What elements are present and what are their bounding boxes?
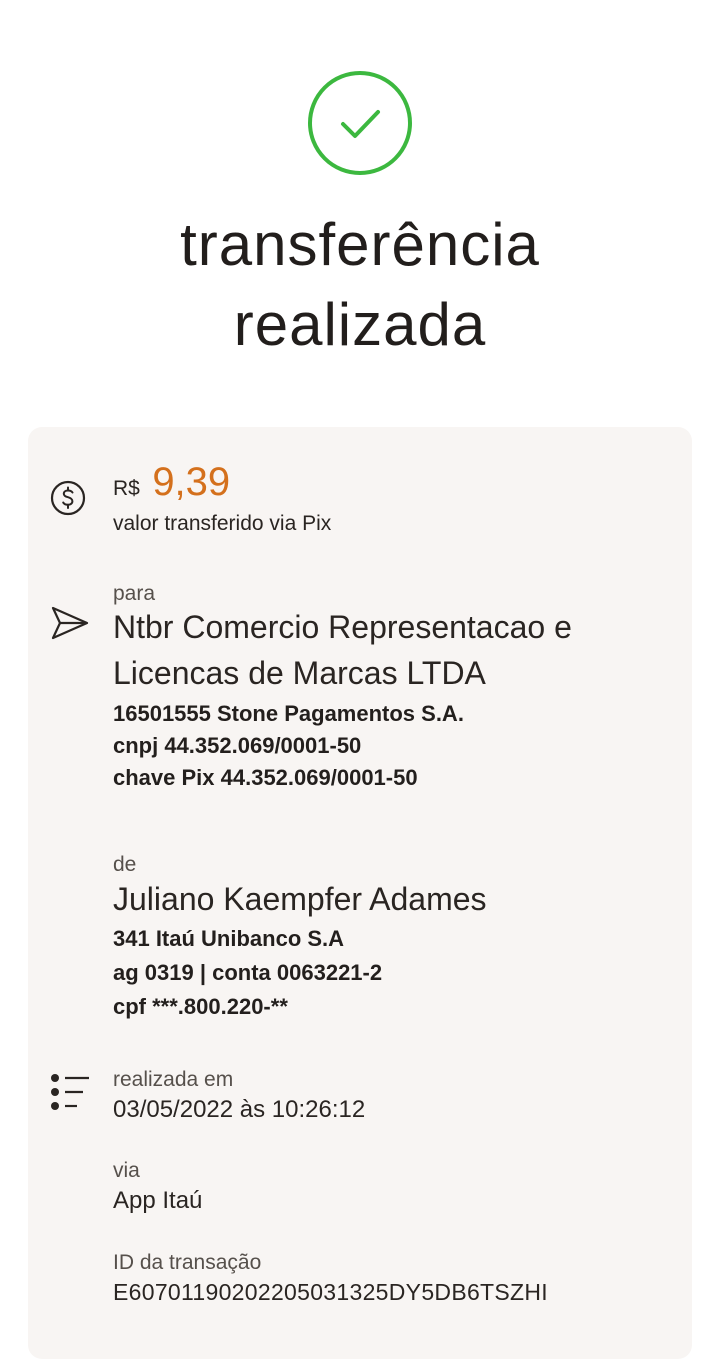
amount-value: 9,39 xyxy=(152,460,231,504)
sender-cpf: cpf ***.800.220-** xyxy=(113,994,288,1019)
sender-bank: 341 Itaú Unibanco S.A xyxy=(113,926,345,951)
check-circle-icon xyxy=(307,70,413,176)
recipient-bank: 16501555 Stone Pagamentos S.A. xyxy=(113,701,464,726)
recipient-cnpj: cnpj 44.352.069/0001-50 xyxy=(113,733,362,758)
recipient-name-line-1: Ntbr Comercio Representacao e xyxy=(113,609,572,645)
recipient-label: para xyxy=(113,582,156,605)
via-label: via xyxy=(113,1159,140,1182)
via-value: App Itaú xyxy=(113,1187,203,1214)
receipt-card: R$ 9,39 valor transferido via Pix para N… xyxy=(28,427,692,1359)
dollar-circle-icon xyxy=(50,480,86,516)
recipient-pix-key: chave Pix 44.352.069/0001-50 xyxy=(113,765,418,790)
title-line-2: realizada xyxy=(233,291,487,358)
list-icon xyxy=(50,1073,90,1111)
transaction-id-label: ID da transação xyxy=(113,1251,262,1274)
sender-account: ag 0319 | conta 0063221-2 xyxy=(113,960,383,985)
amount-currency: R$ xyxy=(113,477,140,500)
amount-row: R$ 9,39 xyxy=(113,460,230,505)
date-value: 03/05/2022 às 10:26:12 xyxy=(113,1096,366,1123)
send-icon xyxy=(50,605,90,641)
sender-label: de xyxy=(113,853,137,876)
transaction-id-value: E60701190202205031325DY5DB6TSZHI xyxy=(113,1279,548,1305)
date-label: realizada em xyxy=(113,1068,234,1091)
amount-caption: valor transferido via Pix xyxy=(113,512,332,535)
recipient-name-line-2: Licencas de Marcas LTDA xyxy=(113,655,486,691)
title-line-1: transferência xyxy=(180,211,540,278)
transfer-receipt-page: transferência realizada R$ 9,39 valor tr… xyxy=(0,0,720,1361)
page-title: transferência realizada xyxy=(0,205,720,365)
sender-name: Juliano Kaempfer Adames xyxy=(113,881,487,917)
